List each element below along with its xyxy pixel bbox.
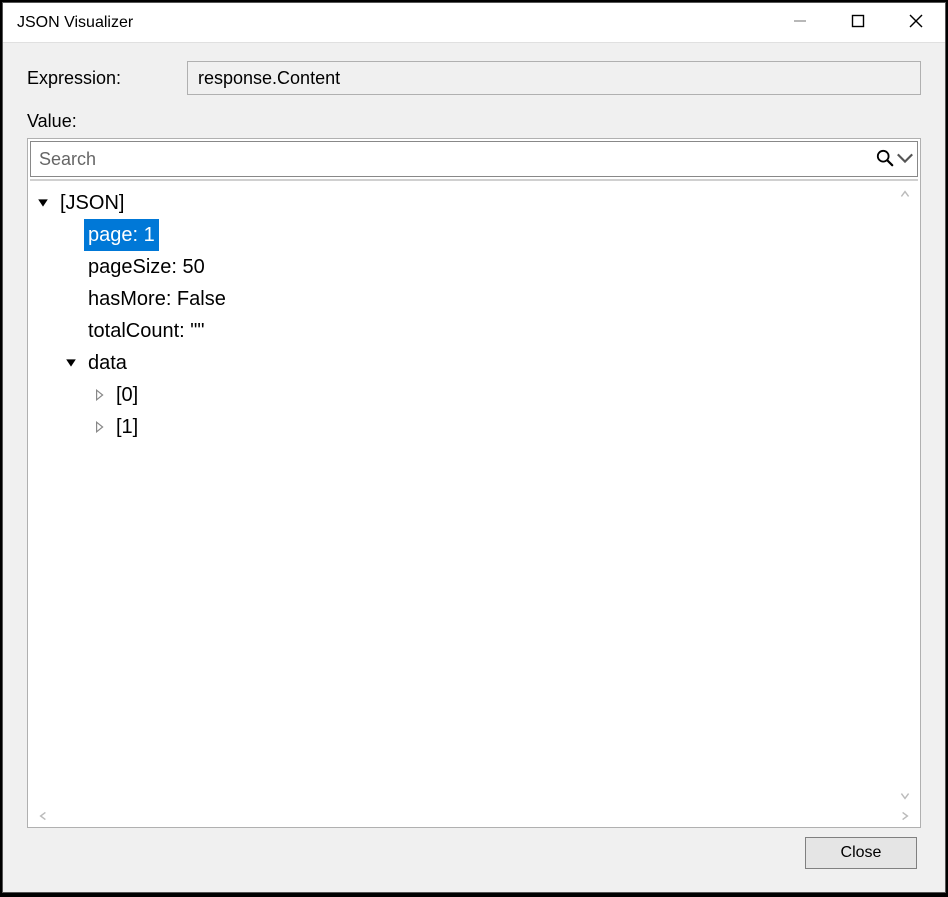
search-icon: [876, 149, 894, 170]
json-visualizer-window: JSON Visualizer Expression:: [2, 2, 946, 893]
tree-node-data: data [0]: [62, 347, 914, 443]
chevron-down-icon: [896, 149, 914, 170]
tree-node-json[interactable]: [JSON]: [34, 187, 914, 219]
expression-label: Expression:: [27, 68, 187, 89]
maximize-icon: [851, 14, 865, 31]
tree-node-label: data: [84, 347, 131, 379]
tree-node-label: [0]: [112, 379, 142, 411]
tree-node-label: [1]: [112, 411, 142, 443]
tree-node-label: page: 1: [84, 219, 159, 251]
scroll-left-arrow[interactable]: [34, 807, 52, 825]
content-area: Expression: Value:: [3, 43, 945, 892]
tree-node-hasmore[interactable]: hasMore: False: [62, 283, 914, 315]
tree-node-page[interactable]: page: 1: [62, 219, 914, 251]
titlebar: JSON Visualizer: [3, 3, 945, 43]
scroll-right-arrow[interactable]: [896, 807, 914, 825]
expand-toggle-icon[interactable]: [62, 354, 80, 372]
scroll-down-arrow[interactable]: [896, 787, 914, 805]
spacer: [62, 322, 80, 340]
tree-node-pagesize[interactable]: pageSize: 50: [62, 251, 914, 283]
tree-node-label: hasMore: False: [84, 283, 230, 315]
spacer: [62, 226, 80, 244]
tree-node-label: totalCount: "": [84, 315, 208, 347]
value-label: Value:: [27, 111, 921, 132]
scroll-up-arrow[interactable]: [896, 185, 914, 203]
search-input[interactable]: [31, 145, 873, 174]
window-controls: [771, 3, 945, 42]
expression-row: Expression:: [27, 61, 921, 95]
maximize-button[interactable]: [829, 3, 887, 42]
minimize-button[interactable]: [771, 3, 829, 42]
value-panel: [JSON] page: 1 pageSize: 50: [27, 138, 921, 828]
horizontal-scrollbar[interactable]: [34, 807, 914, 825]
tree-node-data-1[interactable]: [1]: [90, 411, 914, 443]
tree-root: [JSON] page: 1 pageSize: 50: [34, 187, 914, 443]
search-button[interactable]: [873, 149, 917, 170]
close-window-button[interactable]: [887, 3, 945, 42]
close-button[interactable]: Close: [805, 837, 917, 869]
close-icon: [908, 13, 924, 32]
window-title: JSON Visualizer: [17, 14, 771, 32]
dialog-footer: Close: [27, 828, 921, 878]
collapse-toggle-icon[interactable]: [90, 386, 108, 404]
minimize-icon: [793, 14, 807, 31]
tree-view[interactable]: [JSON] page: 1 pageSize: 50: [30, 179, 918, 827]
search-row: [30, 141, 918, 177]
spacer: [62, 290, 80, 308]
tree-node-label: pageSize: 50: [84, 251, 209, 283]
tree-node-data-row[interactable]: data: [62, 347, 914, 379]
spacer: [62, 258, 80, 276]
expression-input[interactable]: [187, 61, 921, 95]
tree-node-data-0[interactable]: [0]: [90, 379, 914, 411]
collapse-toggle-icon[interactable]: [90, 418, 108, 436]
expand-toggle-icon[interactable]: [34, 194, 52, 212]
tree-node-label: [JSON]: [56, 187, 128, 219]
tree-node-totalcount[interactable]: totalCount: "": [62, 315, 914, 347]
